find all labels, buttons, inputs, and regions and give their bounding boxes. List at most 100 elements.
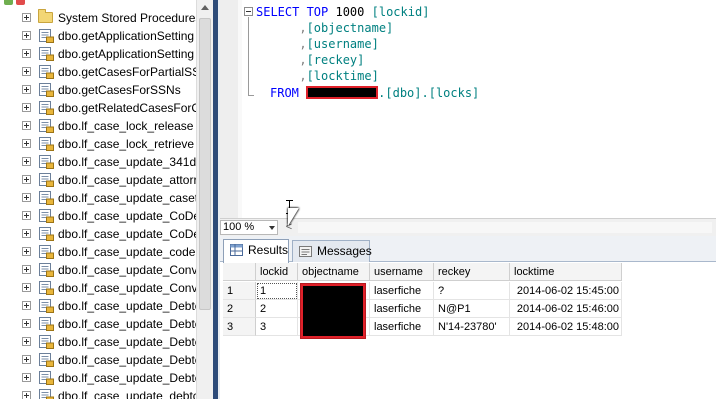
expand-icon[interactable] [22, 373, 31, 382]
expand-icon[interactable] [22, 139, 31, 148]
column-header-reckey[interactable]: reckey [434, 263, 510, 281]
scroll-up-arrow-icon[interactable] [197, 0, 213, 17]
grid-header-row: lockid objectname username reckey lockti… [223, 263, 623, 281]
cell-username[interactable]: laserfiche [370, 282, 434, 300]
row-number[interactable]: 3 [223, 318, 256, 336]
column-header-username[interactable]: username [370, 263, 434, 281]
row-number[interactable]: 1 [223, 282, 256, 300]
toolbar-icon[interactable] [4, 0, 13, 5]
toolbar-icon[interactable] [16, 0, 25, 5]
cell-lockid[interactable]: 2 [256, 300, 298, 318]
cell-locktime[interactable]: 2014-06-02 15:46:00 [510, 300, 622, 318]
tree-item-stored-procedure[interactable]: dbo.lf_case_update_CoDe [0, 207, 200, 225]
expand-icon[interactable] [22, 193, 31, 202]
stored-procedure-icon [39, 137, 54, 151]
column-header-objectname[interactable]: objectname [298, 263, 370, 281]
cell-lockid[interactable]: 1 [256, 282, 298, 300]
expand-icon[interactable] [22, 265, 31, 274]
tree-item-stored-procedure[interactable]: dbo.lf_case_update_341da [0, 153, 203, 171]
code-line-column: ,[username] [256, 37, 379, 51]
tree-item-label: dbo.lf_case_update_Conv [58, 263, 198, 277]
tree-item-label: dbo.lf_case_lock_release [58, 119, 194, 133]
code-line-column: ,[reckey] [256, 53, 365, 67]
row-number[interactable]: 2 [223, 300, 256, 318]
tree-item-label: dbo.lf_case_update_CoDe [58, 227, 201, 241]
object-explorer: System Stored Procedures dbo.getApplicati… [0, 0, 213, 399]
cell-username[interactable]: laserfiche [370, 318, 434, 336]
grid-header-corner[interactable] [223, 263, 256, 281]
tree-item-stored-procedure[interactable]: dbo.lf_case_lock_retrieve [0, 135, 196, 153]
expand-icon[interactable] [22, 121, 31, 130]
tree-item-stored-procedure[interactable]: dbo.lf_case_update_debtc [0, 387, 199, 399]
mouse-pointer-icon [288, 208, 299, 226]
expand-icon[interactable] [22, 67, 31, 76]
scrollbar-thumb[interactable] [199, 18, 211, 310]
table-row[interactable]: 2 2 laserfiche N@P1 2014-06-02 15:46:00 [223, 300, 623, 318]
expand-icon[interactable] [22, 337, 31, 346]
cell-reckey[interactable]: N'14-23780' [434, 318, 510, 336]
editor-horizontal-scrollbar[interactable] [298, 222, 712, 233]
expand-icon[interactable] [22, 391, 31, 399]
tree-item-stored-procedure[interactable]: dbo.lf_case_update_casety [0, 189, 204, 207]
tree-item-label: dbo.lf_case_update_341da [58, 155, 203, 169]
expand-icon[interactable] [22, 175, 31, 184]
cell-reckey[interactable]: ? [434, 282, 510, 300]
messages-icon [299, 246, 312, 257]
expand-icon[interactable] [22, 301, 31, 310]
tree-item-stored-procedure[interactable]: dbo.lf_case_update_codeb [0, 243, 202, 261]
code-line-column: ,[objectname] [256, 21, 394, 35]
stored-procedure-icon [39, 335, 54, 349]
column-header-locktime[interactable]: locktime [510, 263, 622, 281]
tree-item-stored-procedure[interactable]: dbo.getCasesForSSNs [0, 81, 196, 99]
query-editor[interactable]: SELECT TOP 1000 [lockid] ,[objectname] ,… [220, 0, 716, 218]
expand-icon[interactable] [22, 229, 31, 238]
table-row[interactable]: 1 1 laserfiche ? 2014-06-02 15:45:00 [223, 282, 623, 300]
tree-item-stored-procedure[interactable]: dbo.lf_case_update_Debtc [0, 297, 201, 315]
tree-item-stored-procedure[interactable]: dbo.lf_case_lock_release [0, 117, 196, 135]
expand-icon[interactable] [22, 49, 31, 58]
tree-item-stored-procedure[interactable]: dbo.lf_case_update_Conv [0, 279, 197, 297]
cell-locktime[interactable]: 2014-06-02 15:48:00 [510, 318, 622, 336]
expand-icon[interactable] [22, 211, 31, 220]
tab-results[interactable]: Results [223, 239, 289, 263]
tree-item-label: dbo.lf_case_update_CoDe [58, 209, 201, 223]
folder-icon [38, 9, 53, 23]
expand-icon[interactable] [22, 103, 31, 112]
column-header-lockid[interactable]: lockid [256, 263, 298, 281]
explorer-toolbar-remnant [0, 0, 196, 6]
expand-icon[interactable] [22, 319, 31, 328]
tree-item-stored-procedure[interactable]: dbo.getApplicationSetting [0, 45, 196, 63]
tree-folder-system-stored-procedures[interactable]: System Stored Procedures [0, 9, 201, 27]
expand-icon[interactable] [22, 85, 31, 94]
tree-item-label: dbo.lf_case_update_debtc [58, 389, 199, 399]
tree-item-stored-procedure[interactable]: dbo.lf_case_update_Debtc [0, 351, 201, 369]
tab-messages-label: Messages [317, 244, 372, 258]
zoom-dropdown[interactable]: 100 % [220, 220, 278, 235]
expand-icon[interactable] [22, 355, 31, 364]
collapse-region-icon[interactable] [244, 7, 253, 16]
tree-item-stored-procedure[interactable]: dbo.lf_case_update_Debtc [0, 369, 201, 387]
tree-item-label: dbo.lf_case_update_casety [58, 191, 205, 205]
tree-item-stored-procedure[interactable]: dbo.getCasesForPartialSSI [0, 63, 203, 81]
cell-username[interactable]: laserfiche [370, 300, 434, 318]
tree-item-stored-procedure[interactable]: dbo.getApplicationSetting [0, 27, 196, 45]
zoom-value: 100 % [223, 221, 255, 233]
tree-item-stored-procedure[interactable]: dbo.lf_case_update_Debtc [0, 315, 201, 333]
expand-icon[interactable] [22, 31, 31, 40]
tree-item-stored-procedure[interactable]: dbo.lf_case_update_Conv [0, 261, 198, 279]
expand-icon[interactable] [22, 247, 31, 256]
tab-messages[interactable]: Messages [292, 240, 372, 262]
tree-item-stored-procedure[interactable]: dbo.getRelatedCasesForC [0, 99, 200, 117]
cell-lockid[interactable]: 3 [256, 318, 298, 336]
explorer-vertical-scrollbar[interactable] [196, 0, 213, 399]
tree-item-label: dbo.lf_case_update_Debtc [58, 317, 201, 331]
tree-item-stored-procedure[interactable]: dbo.lf_case_update_attorr [0, 171, 197, 189]
tree-item-stored-procedure[interactable]: dbo.lf_case_update_CoDe [0, 225, 200, 243]
table-row[interactable]: 3 3 laserfiche N'14-23780' 2014-06-02 15… [223, 318, 623, 336]
expand-icon[interactable] [22, 157, 31, 166]
expand-icon[interactable] [22, 283, 31, 292]
expand-icon[interactable] [22, 13, 31, 22]
tree-item-stored-procedure[interactable]: dbo.lf_case_update_Debtc [0, 333, 201, 351]
cell-locktime[interactable]: 2014-06-02 15:45:00 [510, 282, 622, 300]
cell-reckey[interactable]: N@P1 [434, 300, 510, 318]
